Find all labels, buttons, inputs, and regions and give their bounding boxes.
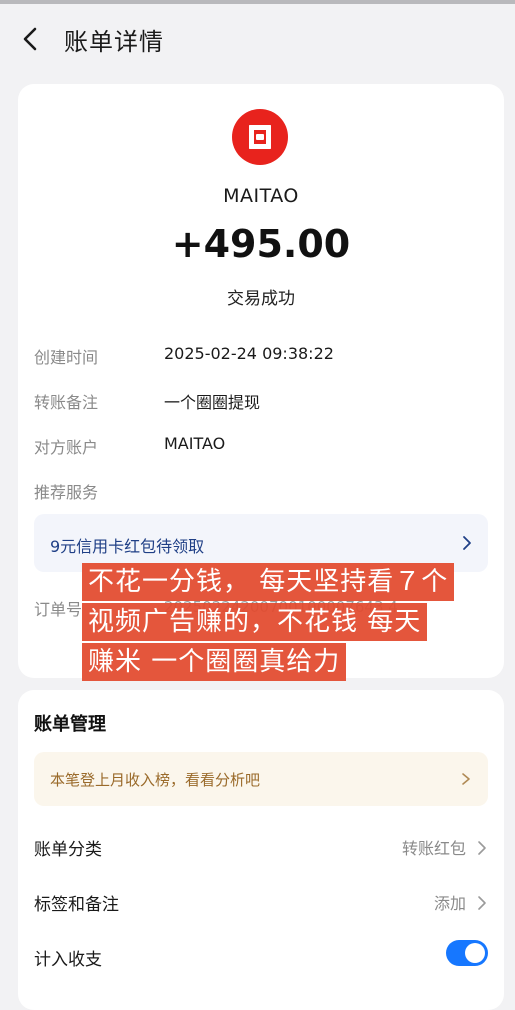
merchant-logo	[232, 109, 288, 165]
caption-line: 视频广告赚的，不花钱 每天	[82, 603, 428, 641]
chevron-left-icon	[23, 27, 37, 51]
tags-notes-label: 标签和备注	[34, 895, 119, 915]
include-in-stats-toggle[interactable]	[446, 940, 488, 966]
caption-line: 赚米 一个圈圈真给力	[82, 643, 347, 681]
income-ranking-notice[interactable]: 本笔登上月收入榜，看看分析吧	[34, 752, 488, 806]
page-title: 账单详情	[64, 28, 164, 56]
bill-management-card: 账单管理 本笔登上月收入榜，看看分析吧 账单分类 转账红包 标签和备注 添加 计…	[18, 690, 504, 1010]
caption-overlay: 不花一分钱， 每天坚持看７个 视频广告赚的，不花钱 每天 赚米 一个圈圈真给力	[82, 563, 494, 683]
chevron-right-icon	[478, 841, 486, 855]
chevron-right-icon	[462, 773, 470, 785]
bill-category-label: 账单分类	[34, 840, 102, 860]
counterparty-value: MAITAO	[164, 434, 226, 453]
caption-line: 不花一分钱， 每天坚持看７个	[82, 563, 455, 601]
chevron-right-icon	[463, 536, 471, 550]
transaction-amount: +495.00	[171, 222, 351, 266]
transfer-note-value: 一个圈圈提现	[164, 393, 261, 412]
transfer-note-label: 转账备注	[34, 393, 99, 412]
recommended-services-label: 推荐服务	[34, 483, 99, 502]
counterparty-label: 对方账户	[34, 438, 99, 457]
merchant-name: MAITAO	[223, 185, 299, 207]
include-in-stats-row: 计入收支	[18, 932, 504, 982]
include-in-stats-label: 计入收支	[34, 950, 102, 970]
notice-text: 本笔登上月收入榜，看看分析吧	[50, 771, 261, 789]
created-time-label: 创建时间	[34, 348, 99, 367]
tags-notes-value: 添加	[433, 894, 466, 913]
tags-notes-row[interactable]: 标签和备注 添加	[18, 877, 504, 927]
back-button[interactable]	[16, 24, 46, 54]
merchant-logo-icon	[249, 125, 271, 149]
order-number-label: 订单号	[34, 600, 83, 619]
chevron-right-icon	[478, 896, 486, 910]
section-title: 账单管理	[34, 714, 106, 735]
created-time-value: 2025-02-24 09:38:22	[164, 344, 334, 363]
nav-header: 账单详情	[0, 4, 515, 76]
toggle-knob	[465, 943, 485, 963]
promo-label: 9元信用卡红包待领取	[50, 537, 205, 556]
transaction-status: 交易成功	[227, 289, 295, 309]
bill-category-value: 转账红包	[401, 839, 466, 858]
bill-category-row[interactable]: 账单分类 转账红包	[18, 822, 504, 872]
